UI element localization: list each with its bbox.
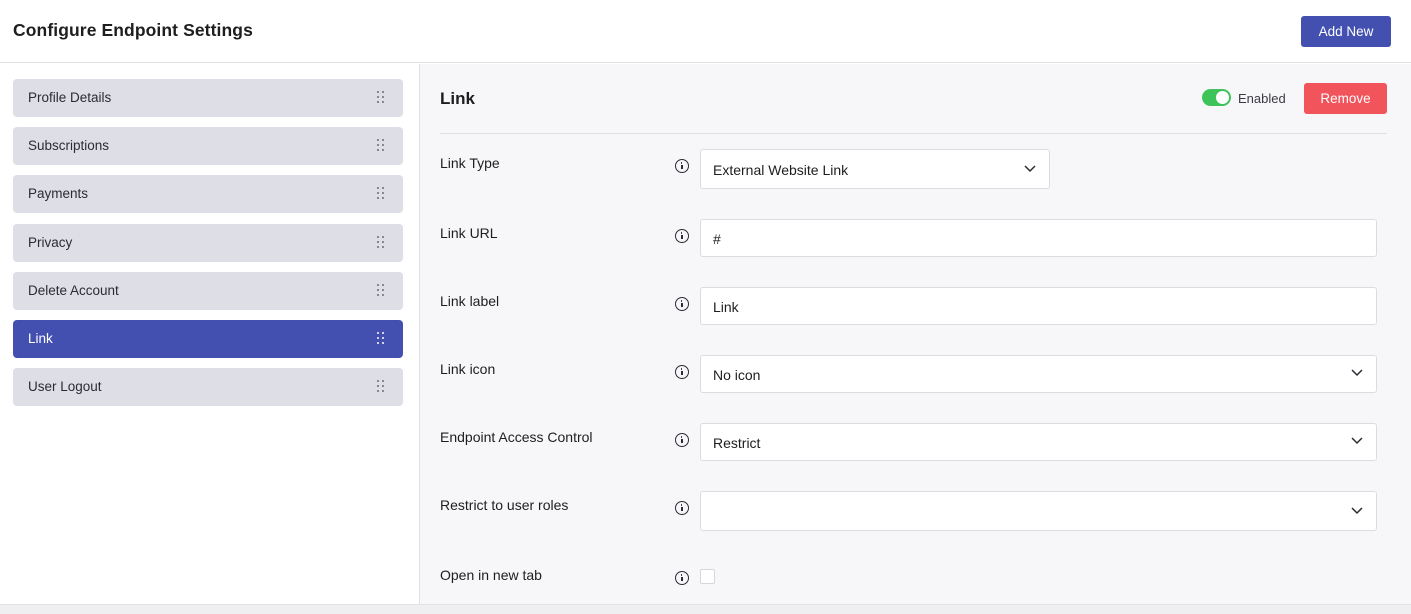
drag-handle-icon[interactable] [377, 187, 385, 200]
drag-handle-icon[interactable] [377, 332, 385, 345]
sidebar-item-label: Subscriptions [28, 138, 110, 153]
sidebar-item-subscriptions[interactable]: Subscriptions [13, 127, 403, 165]
endpoint-settings-panel: Link Enabled Remove Link Type External W… [420, 64, 1411, 604]
sidebar-item-payments[interactable]: Payments [13, 175, 403, 213]
remove-button[interactable]: Remove [1304, 83, 1387, 114]
sidebar-item-label: User Logout [28, 379, 102, 394]
drag-handle-icon[interactable] [377, 91, 385, 104]
chevron-down-icon [1351, 369, 1363, 377]
top-bar: Configure Endpoint Settings Add New [0, 0, 1411, 63]
user-roles-label: Restrict to user roles [440, 497, 569, 513]
sidebar-item-label: Payments [28, 186, 89, 201]
sidebar-item-label: Profile Details [28, 90, 112, 105]
link-icon-label: Link icon [440, 361, 496, 377]
page-title: Configure Endpoint Settings [13, 20, 253, 40]
link-label-label: Link label [440, 293, 500, 309]
link-url-input[interactable]: # [700, 219, 1377, 257]
link-type-label: Link Type [440, 155, 500, 171]
sidebar-item-privacy[interactable]: Privacy [13, 224, 403, 262]
sidebar-item-label: Delete Account [28, 283, 119, 298]
sidebar-item-link[interactable]: Link [13, 320, 403, 358]
access-control-value: Restrict [713, 435, 761, 451]
enabled-label: Enabled [1238, 91, 1286, 106]
info-icon[interactable] [675, 229, 689, 243]
divider [440, 133, 1387, 134]
new-tab-label: Open in new tab [440, 567, 542, 583]
chevron-down-icon [1024, 165, 1036, 173]
link-url-label: Link URL [440, 225, 498, 241]
toggle-knob [1216, 91, 1229, 104]
link-label-value: Link [713, 299, 739, 315]
bottom-strip [0, 604, 1411, 614]
sidebar-item-delete-account[interactable]: Delete Account [13, 272, 403, 310]
link-icon-select[interactable]: No icon [700, 355, 1377, 393]
link-icon-value: No icon [713, 367, 761, 383]
info-icon[interactable] [675, 297, 689, 311]
sidebar-item-label: Link [28, 331, 53, 346]
link-url-value: # [713, 231, 721, 247]
access-control-label: Endpoint Access Control [440, 429, 593, 445]
access-control-select[interactable]: Restrict [700, 423, 1377, 461]
drag-handle-icon[interactable] [377, 139, 385, 152]
user-roles-select[interactable] [700, 491, 1377, 531]
info-icon[interactable] [675, 159, 689, 173]
sidebar-item-label: Privacy [28, 235, 73, 250]
info-icon[interactable] [675, 433, 689, 447]
drag-handle-icon[interactable] [377, 236, 385, 249]
drag-handle-icon[interactable] [377, 380, 385, 393]
info-icon[interactable] [675, 501, 689, 515]
link-type-select[interactable]: External Website Link [700, 149, 1050, 189]
link-type-value: External Website Link [713, 162, 849, 178]
info-icon[interactable] [675, 365, 689, 379]
new-tab-checkbox[interactable] [700, 569, 715, 584]
sidebar-item-profile-details[interactable]: Profile Details [13, 79, 403, 117]
endpoint-sidebar: Profile Details Subscriptions Payments P… [0, 64, 420, 604]
add-new-button[interactable]: Add New [1301, 16, 1391, 47]
drag-handle-icon[interactable] [377, 284, 385, 297]
chevron-down-icon [1351, 437, 1363, 445]
section-title: Link [440, 89, 475, 108]
sidebar-item-user-logout[interactable]: User Logout [13, 368, 403, 406]
chevron-down-icon [1351, 507, 1363, 515]
link-label-input[interactable]: Link [700, 287, 1377, 325]
info-icon[interactable] [675, 571, 689, 585]
enabled-toggle[interactable] [1202, 89, 1231, 106]
